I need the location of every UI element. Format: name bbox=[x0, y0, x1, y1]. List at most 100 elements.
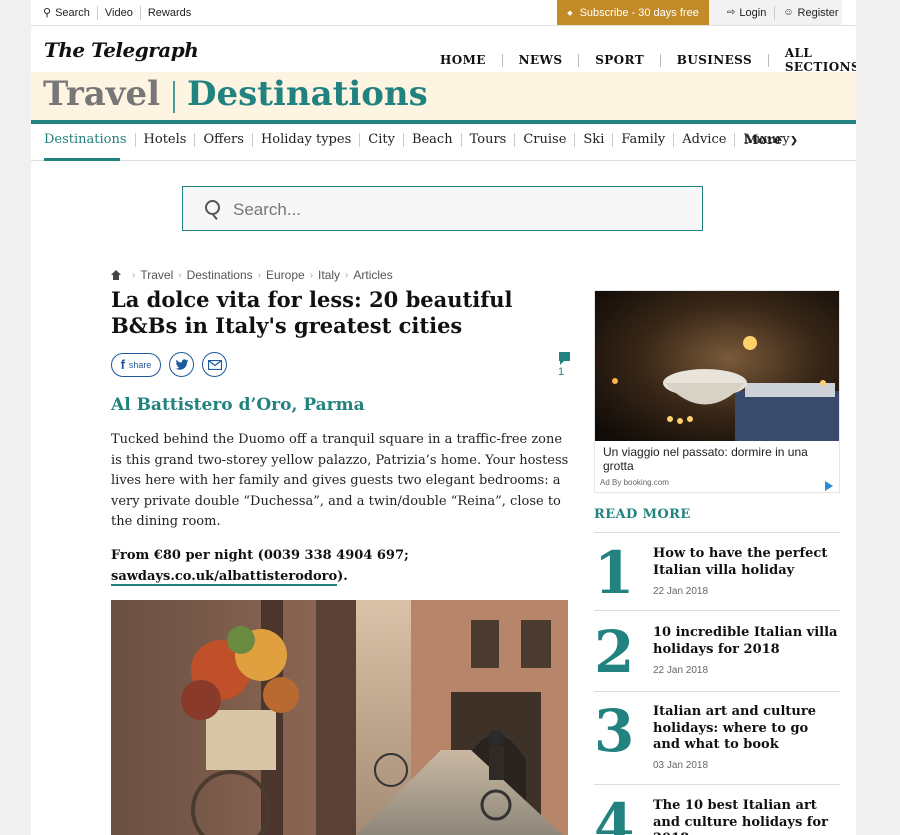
share-label: share bbox=[128, 359, 152, 370]
read-more-number: 1 bbox=[594, 539, 635, 607]
register-link[interactable]: Register bbox=[798, 7, 839, 19]
read-more-title[interactable]: How to have the perfect Italian villa ho… bbox=[653, 546, 838, 579]
article-subheading: Al Battistero d’Oro, Parma bbox=[111, 395, 365, 415]
masthead: The Telegraph HOME NEWS SPORT BUSINESS A… bbox=[31, 26, 856, 74]
subnav-offers[interactable]: Offers bbox=[194, 133, 251, 147]
price-info: From €80 per night (0039 338 4904 697; sa… bbox=[111, 546, 571, 587]
article-headline: La dolce vita for less: 20 beautiful B&B… bbox=[111, 287, 513, 338]
chevron-down-icon: ❯ bbox=[790, 135, 798, 146]
user-icon: ☺ bbox=[783, 7, 794, 18]
nav-sport[interactable]: SPORT bbox=[595, 53, 644, 67]
subscribe-label: Subscribe - 30 days free bbox=[579, 6, 699, 19]
ad-attribution: Ad By booking.com bbox=[600, 478, 669, 487]
divider bbox=[578, 53, 580, 67]
divider bbox=[96, 5, 98, 20]
subnav-destinations[interactable]: Destinations bbox=[44, 133, 135, 147]
read-more-number: 2 bbox=[594, 618, 635, 686]
telegraph-logo[interactable]: The Telegraph bbox=[44, 38, 199, 62]
divider bbox=[594, 532, 840, 533]
breadcrumb-travel[interactable]: Travel bbox=[140, 268, 173, 282]
utility-rewards-link[interactable]: Rewards bbox=[148, 7, 191, 19]
read-more-date: 22 Jan 2018 bbox=[653, 665, 709, 676]
email-share-button[interactable] bbox=[202, 352, 227, 377]
facebook-icon: f bbox=[120, 357, 125, 372]
nav-business[interactable]: BUSINESS bbox=[677, 53, 752, 67]
divider bbox=[594, 610, 840, 611]
comment-count: 1 bbox=[557, 366, 565, 378]
comments-link[interactable]: 1 bbox=[551, 352, 571, 378]
article-paragraph: Tucked behind the Duomo off a tranquil s… bbox=[111, 432, 569, 529]
search-icon bbox=[205, 200, 220, 215]
login-link[interactable]: Login bbox=[739, 7, 766, 19]
subnav-ski[interactable]: Ski bbox=[574, 133, 612, 147]
main-nav: HOME NEWS SPORT BUSINESS ALL SECTIONS bbox=[440, 46, 856, 74]
breadcrumb-separator: › bbox=[345, 269, 349, 281]
page: ⚲ Search Video Rewards ◆ Subscribe - 30 … bbox=[31, 0, 856, 835]
more-label: More bbox=[744, 133, 783, 148]
search-box bbox=[182, 186, 703, 231]
search-input[interactable] bbox=[231, 197, 675, 223]
breadcrumb-separator: › bbox=[178, 269, 182, 281]
breadcrumb-europe[interactable]: Europe bbox=[266, 268, 305, 282]
price-text-end: ). bbox=[337, 568, 348, 584]
search-icon: ⚲ bbox=[43, 7, 52, 19]
subnav-family[interactable]: Family bbox=[612, 133, 673, 147]
nav-home[interactable]: HOME bbox=[440, 53, 486, 67]
comment-icon bbox=[558, 352, 570, 365]
subnav-beach[interactable]: Beach bbox=[402, 133, 461, 147]
subnav-cruise[interactable]: Cruise bbox=[514, 133, 574, 147]
read-more-number: 4 bbox=[594, 791, 635, 835]
home-icon[interactable] bbox=[111, 270, 121, 280]
facebook-share-button[interactable]: f share bbox=[111, 352, 161, 377]
subnav-hotels[interactable]: Hotels bbox=[134, 133, 195, 147]
subscribe-button[interactable]: ◆ Subscribe - 30 days free bbox=[557, 0, 709, 25]
utility-bar: ⚲ Search Video Rewards ◆ Subscribe - 30 … bbox=[31, 0, 856, 26]
breadcrumb-separator: › bbox=[309, 269, 314, 281]
section-subnav: Destinations Hotels Offers Holiday types… bbox=[31, 124, 856, 161]
read-more-title[interactable]: 10 incredible Italian villa holidays for… bbox=[653, 625, 838, 658]
divider bbox=[660, 53, 661, 67]
divider bbox=[139, 5, 141, 20]
divider bbox=[594, 784, 840, 785]
ad-image bbox=[595, 291, 839, 441]
breadcrumb-separator: › bbox=[257, 269, 261, 281]
nav-news[interactable]: NEWS bbox=[519, 53, 563, 67]
active-tab-underline bbox=[44, 158, 120, 161]
nav-all-sections[interactable]: ALL SECTIONS bbox=[785, 46, 856, 74]
subnav-advice[interactable]: Advice bbox=[673, 133, 734, 147]
adchoices-icon[interactable] bbox=[825, 481, 833, 491]
twitter-share-button[interactable] bbox=[169, 352, 194, 377]
read-more-date: 03 Jan 2018 bbox=[653, 760, 709, 771]
read-more-date: 22 Jan 2018 bbox=[653, 586, 709, 597]
diamond-icon: ◆ bbox=[567, 9, 573, 17]
read-more-heading: READ MORE bbox=[594, 507, 691, 522]
section-banner: Travel Destinations bbox=[31, 72, 856, 120]
utility-video-link[interactable]: Video bbox=[105, 7, 133, 19]
article-photo bbox=[111, 600, 568, 835]
divider bbox=[594, 691, 840, 692]
subnav-items: Destinations Hotels Offers Holiday types… bbox=[44, 133, 790, 147]
read-more-number: 3 bbox=[594, 697, 635, 765]
read-more-title[interactable]: Italian art and culture holidays: where … bbox=[653, 704, 838, 754]
read-more-title[interactable]: The 10 best Italian art and culture holi… bbox=[653, 798, 838, 835]
subnav-tours[interactable]: Tours bbox=[460, 133, 515, 147]
subnav-more-button[interactable]: More ❯ bbox=[744, 133, 798, 148]
ad-title[interactable]: Un viaggio nel passato: dormire in una g… bbox=[603, 445, 835, 473]
account-links: ⇨ Login ☺ Register bbox=[709, 0, 842, 25]
section-title-travel[interactable]: Travel bbox=[43, 74, 160, 114]
twitter-icon bbox=[175, 358, 188, 370]
share-buttons: f share bbox=[111, 352, 227, 377]
bnb-website-link[interactable]: sawdays.co.uk/albattisterodoro bbox=[111, 568, 338, 586]
subnav-city[interactable]: City bbox=[359, 133, 403, 147]
sidebar-advertisement[interactable]: Un viaggio nel passato: dormire in una g… bbox=[594, 290, 840, 493]
section-title-destinations[interactable]: Destinations bbox=[187, 74, 428, 114]
breadcrumb-articles[interactable]: Articles bbox=[353, 268, 392, 282]
subnav-holiday-types[interactable]: Holiday types bbox=[251, 133, 359, 147]
utility-search-link[interactable]: Search bbox=[55, 7, 90, 19]
breadcrumb-italy[interactable]: Italy bbox=[318, 268, 340, 282]
price-text: From €80 per night (0039 338 4904 697; bbox=[111, 548, 409, 563]
breadcrumb: › Travel › Destinations › Europe › Italy… bbox=[111, 268, 393, 282]
breadcrumb-destinations[interactable]: Destinations bbox=[187, 268, 253, 282]
divider bbox=[774, 5, 776, 20]
login-icon: ⇨ bbox=[727, 7, 736, 18]
